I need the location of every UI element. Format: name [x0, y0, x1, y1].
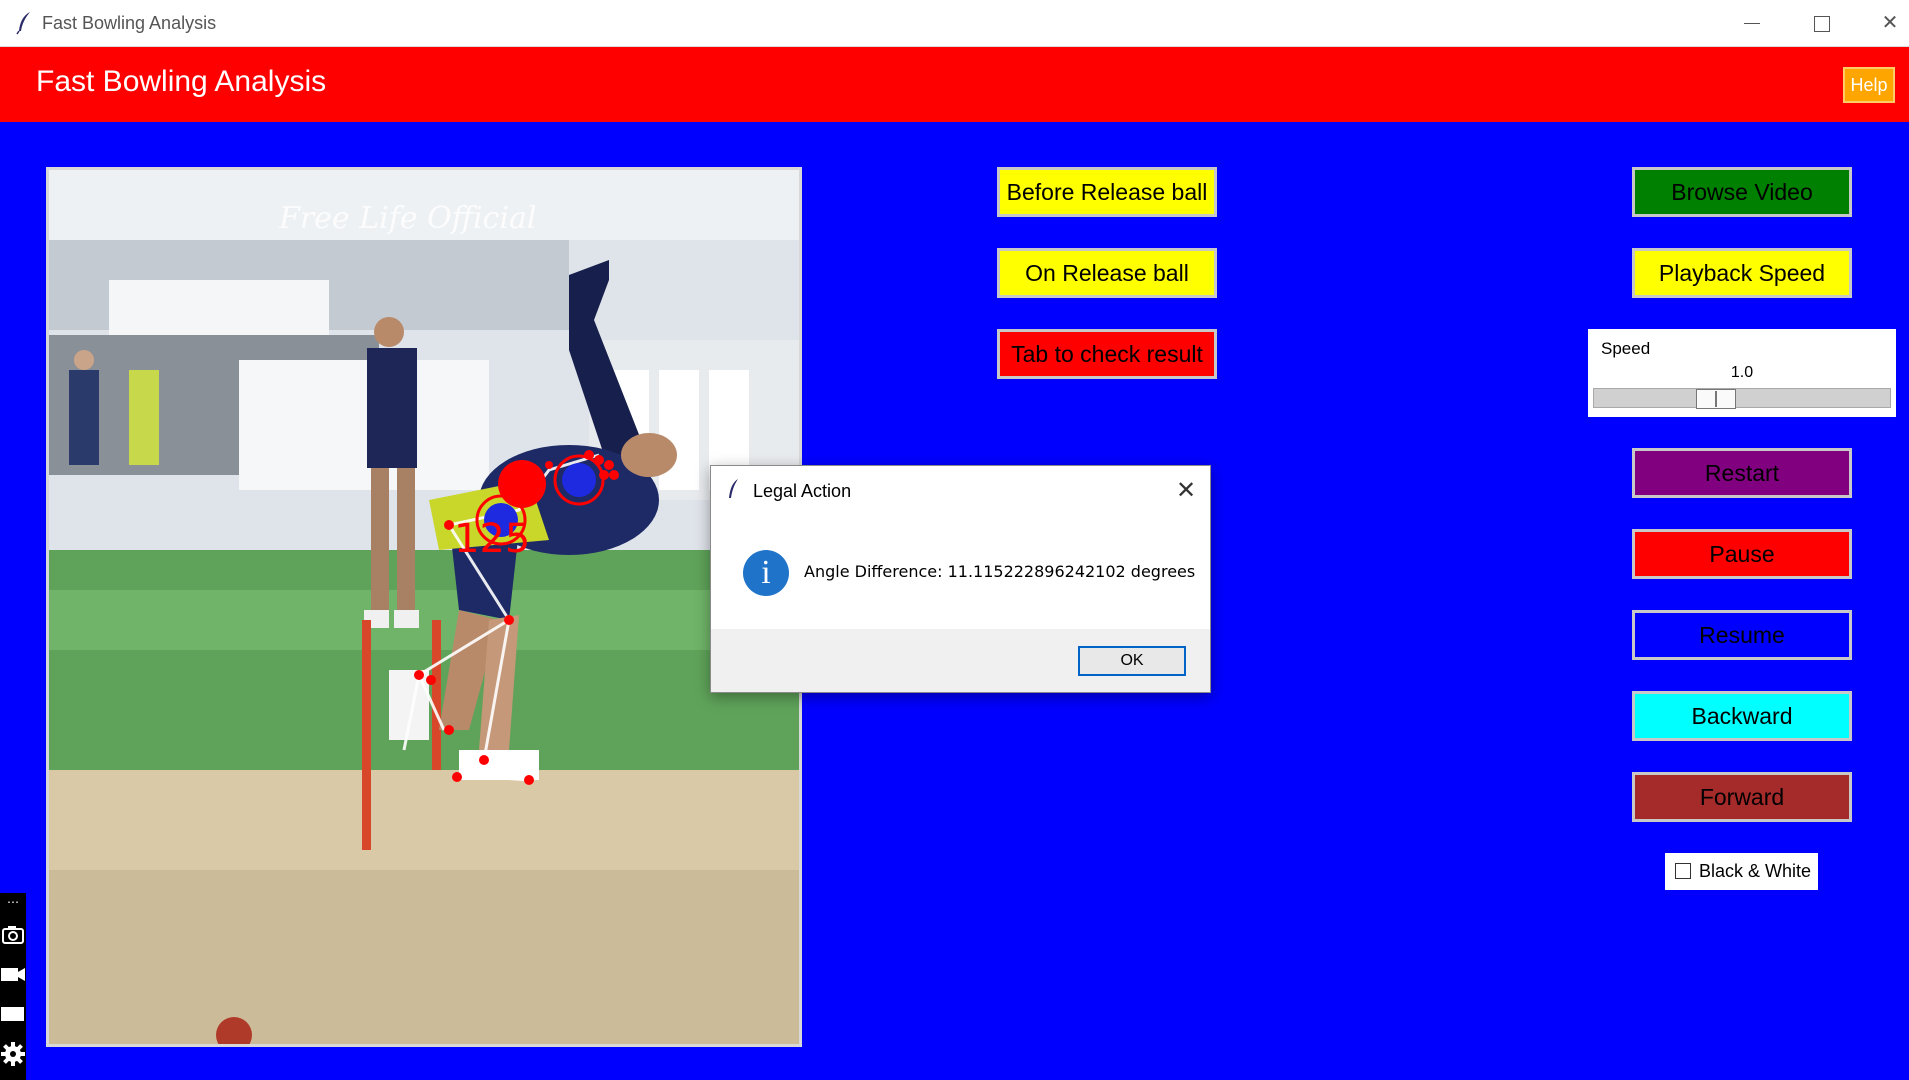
legal-action-dialog: Legal Action ✕ i Angle Difference: 11.11…: [710, 465, 1211, 693]
window-titlebar: Fast Bowling Analysis ✕: [0, 0, 1909, 47]
browse-video-button[interactable]: Browse Video: [1632, 167, 1852, 217]
on-release-button[interactable]: On Release ball: [997, 248, 1217, 298]
video-frame: Free Life Official 125: [46, 167, 802, 1047]
minimize-button[interactable]: [1730, 8, 1774, 38]
screen-icon[interactable]: [0, 999, 26, 1025]
speed-scale: Speed 1.0: [1588, 329, 1896, 417]
video-camera-icon[interactable]: [0, 961, 26, 987]
black-white-label: Black & White: [1699, 861, 1812, 881]
resume-button[interactable]: Resume: [1632, 610, 1852, 660]
feather-icon: [729, 479, 738, 498]
angle-overlay-text: 125: [454, 516, 530, 562]
maximize-button[interactable]: [1800, 8, 1844, 38]
speed-value: 1.0: [1730, 364, 1754, 381]
close-button[interactable]: ✕: [1868, 8, 1909, 38]
speed-label: Speed: [1601, 339, 1651, 358]
help-button[interactable]: Help: [1843, 67, 1895, 103]
side-toolbar: ⋯: [0, 893, 26, 1080]
playback-speed-button[interactable]: Playback Speed: [1632, 248, 1852, 298]
camera-icon[interactable]: [0, 921, 26, 947]
close-icon: ✕: [1881, 12, 1899, 34]
pause-button[interactable]: Pause: [1632, 529, 1852, 579]
gear-icon[interactable]: [0, 1041, 26, 1067]
app-heading: Fast Bowling Analysis: [36, 65, 327, 98]
forward-button[interactable]: Forward: [1632, 772, 1852, 822]
ok-button[interactable]: OK: [1078, 646, 1186, 676]
black-white-checkbox[interactable]: Black & White: [1665, 853, 1818, 890]
window-title: Fast Bowling Analysis: [42, 13, 217, 33]
dialog-close-icon[interactable]: ✕: [1171, 476, 1201, 506]
before-release-button[interactable]: Before Release ball: [997, 167, 1217, 217]
feather-icon: [16, 12, 30, 35]
backward-button[interactable]: Backward: [1632, 691, 1852, 741]
video-image: Free Life Official 125: [49, 170, 799, 1044]
maximize-icon: [1814, 16, 1830, 32]
watermark-text: Free Life Official: [278, 201, 536, 236]
dialog-message: Angle Difference: 11.115222896242102 deg…: [804, 562, 1196, 581]
info-icon: i: [743, 550, 789, 596]
restart-button[interactable]: Restart: [1632, 448, 1852, 498]
speed-slider-track[interactable]: [1593, 388, 1891, 408]
check-result-button[interactable]: Tab to check result: [997, 329, 1217, 379]
app-header: Fast Bowling Analysis Help: [0, 47, 1909, 122]
checkbox-box[interactable]: [1675, 863, 1691, 879]
dialog-title: Legal Action: [753, 481, 852, 501]
link-more-icon[interactable]: ⋯: [0, 895, 26, 909]
minimize-icon: [1744, 23, 1760, 25]
speed-slider-handle[interactable]: [1696, 389, 1737, 409]
